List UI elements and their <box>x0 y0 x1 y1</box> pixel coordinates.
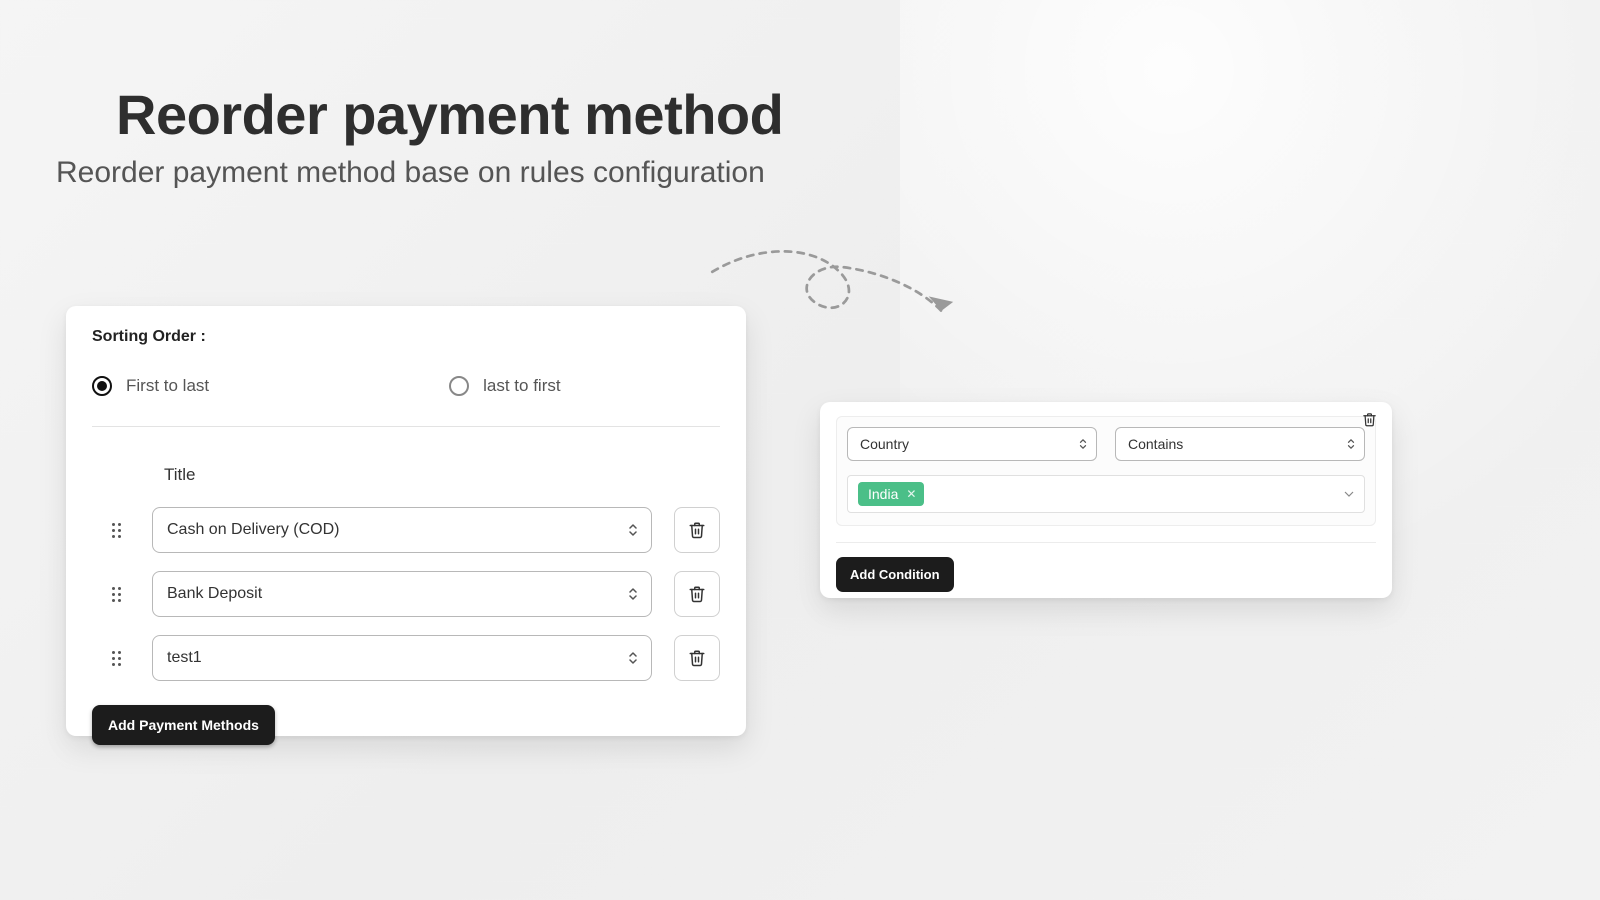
chevron-updown-icon <box>1346 437 1356 451</box>
chevron-updown-icon <box>627 650 639 666</box>
caret-down-icon <box>1344 491 1354 497</box>
select-value: Country <box>860 436 909 452</box>
radio-last-to-first[interactable]: last to first <box>449 376 560 396</box>
select-value: Cash on Delivery (COD) <box>167 521 339 539</box>
chevron-updown-icon <box>1078 437 1088 451</box>
trash-icon <box>688 649 706 667</box>
delete-method-button[interactable] <box>674 571 720 617</box>
delete-method-button[interactable] <box>674 635 720 681</box>
page-subtitle: Reorder payment method base on rules con… <box>56 156 765 190</box>
sort-radio-group: First to last last to first <box>92 376 720 427</box>
condition-field-select[interactable]: Country <box>847 427 1097 461</box>
select-value: Bank Deposit <box>167 585 262 603</box>
condition-box: Country Contains India ✕ <box>836 416 1376 526</box>
add-condition-button[interactable]: Add Condition <box>836 557 954 592</box>
trash-icon <box>688 521 706 539</box>
divider <box>836 542 1376 543</box>
radio-first-to-last[interactable]: First to last <box>92 376 209 396</box>
add-payment-methods-button[interactable]: Add Payment Methods <box>92 705 275 745</box>
condition-value-input[interactable]: India ✕ <box>847 475 1365 513</box>
radio-label: last to first <box>483 376 560 396</box>
page-title: Reorder payment method <box>116 82 783 147</box>
delete-method-button[interactable] <box>674 507 720 553</box>
sorting-order-label: Sorting Order : <box>92 328 720 346</box>
payment-method-row: test1 <box>92 635 720 681</box>
radio-icon <box>92 376 112 396</box>
trash-icon <box>1362 412 1377 427</box>
condition-card: Country Contains India ✕ Add Condition <box>820 402 1392 598</box>
drag-handle-icon[interactable] <box>112 523 130 538</box>
sorting-card: Sorting Order : First to last last to fi… <box>66 306 746 736</box>
chevron-updown-icon <box>627 522 639 538</box>
tag-label: India <box>868 486 898 502</box>
radio-icon <box>449 376 469 396</box>
drag-handle-icon[interactable] <box>112 587 130 602</box>
drag-handle-icon[interactable] <box>112 651 130 666</box>
payment-method-select[interactable]: test1 <box>152 635 652 681</box>
payment-method-select[interactable]: Cash on Delivery (COD) <box>152 507 652 553</box>
select-value: Contains <box>1128 436 1183 452</box>
payment-method-select[interactable]: Bank Deposit <box>152 571 652 617</box>
payment-method-row: Cash on Delivery (COD) <box>92 507 720 553</box>
select-value: test1 <box>167 649 202 667</box>
remove-tag-icon[interactable]: ✕ <box>906 487 916 501</box>
title-column-header: Title <box>164 465 720 485</box>
trash-icon <box>688 585 706 603</box>
payment-method-row: Bank Deposit <box>92 571 720 617</box>
chevron-updown-icon <box>627 586 639 602</box>
condition-operator-select[interactable]: Contains <box>1115 427 1365 461</box>
tag-chip: India ✕ <box>858 482 924 506</box>
radio-label: First to last <box>126 376 209 396</box>
